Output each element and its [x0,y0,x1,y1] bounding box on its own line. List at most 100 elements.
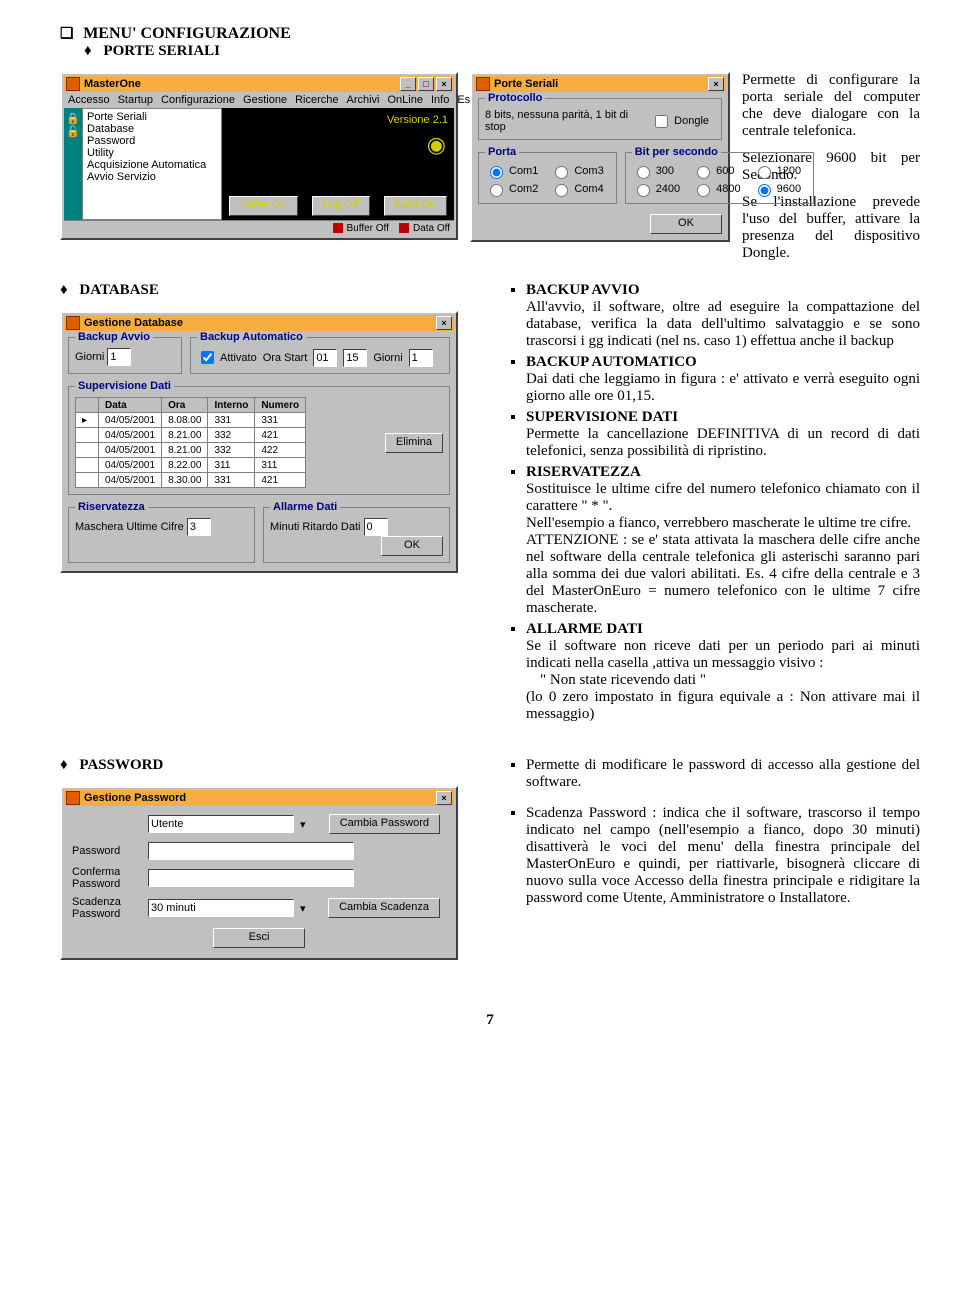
menu-item[interactable]: Accesso [68,94,110,106]
porta-group: Porta Com1 Com3 Com2 Com4 [478,152,617,204]
ok-button[interactable]: OK [381,536,443,556]
conferma-input[interactable] [148,869,354,887]
radio-4800[interactable]: 4800 [692,181,746,197]
maschera-input[interactable]: 3 [187,518,211,536]
password-input[interactable] [148,842,354,860]
radio-com3[interactable]: Com3 [550,163,609,179]
radio-com1[interactable]: Com1 [485,163,544,179]
legend: Backup Avvio [75,331,153,343]
heading-porte: ♦ PORTE SERIALI [84,43,920,60]
table-row[interactable]: 04/05/20018.30.00331421 [76,473,306,488]
heading-database: ♦ DATABASE [60,282,470,299]
db-i1-text: All'avvio, il software, oltre ad eseguir… [526,299,920,349]
menu-item[interactable]: Startup [118,94,153,106]
ora-m-input[interactable]: 15 [343,349,367,367]
app-icon [66,316,80,330]
maschera-label: Maschera Ultime Cifre [75,521,184,533]
menu-item[interactable]: Info [431,94,449,106]
h2-database-text: DATABASE [79,282,158,298]
close-icon[interactable]: × [436,791,452,805]
submenu-item[interactable]: Utility [87,147,217,159]
cambia-scadenza-button[interactable]: Cambia Scadenza [328,898,440,918]
menu-item[interactable]: Ricerche [295,94,338,106]
radio-com2[interactable]: Com2 [485,181,544,197]
db-i4-title: RISERVATEZZA [526,464,641,480]
status-led-icon [333,223,343,233]
close-icon[interactable]: × [708,77,724,91]
attivato-checkbox[interactable] [201,351,214,364]
page-number: 7 [60,1012,920,1029]
ora-h-input[interactable]: 01 [313,349,337,367]
table-row[interactable]: 04/05/20018.22.00311311 [76,458,306,473]
chevron-down-icon[interactable]: ▾ [300,902,306,915]
radio-1200[interactable]: 1200 [753,163,807,179]
radio-600[interactable]: 600 [692,163,746,179]
status-data: Data Off [413,223,450,234]
config-submenu[interactable]: Porte Seriali Database Password Utility … [82,108,222,220]
gestione-database-window: Gestione Database × Backup Avvio Giorni … [60,311,458,573]
menu-item[interactable]: OnLine [388,94,423,106]
table-row[interactable]: ▸04/05/20018.08.00331331 [76,413,306,428]
backup-auto-group: Backup Automatico Attivato Ora Start 01 … [190,337,450,374]
password-bullet-list: Permette di modificare le password di ac… [486,757,920,907]
minimize-icon[interactable]: _ [400,77,416,91]
porte-p1: Permette di configurare la porta seriale… [742,72,920,140]
utente-select[interactable]: Utente [148,815,294,833]
gestione-password-window: Gestione Password × Utente ▾ Cambia Passw… [60,786,458,960]
submenu-item[interactable]: Porte Seriali [87,111,217,123]
radio-9600[interactable]: 9600 [753,181,807,197]
menu-item[interactable]: Gestione [243,94,287,106]
supervisione-table[interactable]: Data Ora Interno Numero ▸04/05/20018.08.… [75,397,306,488]
db-i3-text: Permette la cancellazione DEFINITIVA di … [526,426,920,459]
menu-item[interactable]: Configurazione [161,94,235,106]
db-i1-title: BACKUP AVVIO [526,282,640,298]
log-off-button[interactable]: Log Off [312,196,370,216]
allarme-group: Allarme Dati Minuti Ritardo Dati 0 OK [263,507,450,563]
dongle-checkbox[interactable] [655,115,668,128]
conferma-label: Conferma Password [72,866,142,890]
password-label: Password [72,845,142,857]
pw-i2: Scadenza Password : indica che il softwa… [526,805,920,907]
buffer-on-button[interactable]: Buffer On [229,196,298,216]
elimina-button[interactable]: Elimina [385,433,443,453]
close-icon[interactable]: × [436,316,452,330]
table-row[interactable]: 04/05/20018.21.00332421 [76,428,306,443]
maximize-icon[interactable]: □ [418,77,434,91]
ok-button[interactable]: OK [650,214,722,234]
menubar[interactable]: Accesso Startup Configurazione Gestione … [64,92,454,108]
masterone-window: MasterOne _ □ × Accesso Startup Configur… [60,72,458,240]
db-i5-title: ALLARME DATI [526,621,643,637]
data-on-button[interactable]: Data On [384,196,447,216]
radio-com4[interactable]: Com4 [550,181,609,197]
table-row[interactable]: 04/05/20018.21.00332422 [76,443,306,458]
bullet-icon: ❑ [60,26,73,42]
ritardo-input[interactable]: 0 [364,518,388,536]
backup-avvio-group: Backup Avvio Giorni 1 [68,337,182,374]
db-i2-text: Dai dati che leggiamo in figura : e' att… [526,371,920,404]
submenu-item[interactable]: Avvio Servizio [87,171,217,183]
giorni-input[interactable]: 1 [107,348,131,366]
heading-menu: ❑ MENU' CONFIGURAZIONE [60,24,920,43]
db-i2-title: BACKUP AUTOMATICO [526,354,697,370]
version-label: Versione 2.1 [228,114,448,126]
giorni-input[interactable]: 1 [409,349,433,367]
scadenza-select[interactable]: 30 minuti [148,899,294,917]
close-icon[interactable]: × [436,77,452,91]
app-icon [476,77,490,91]
submenu-item[interactable]: Acquisizione Automatica [87,159,217,171]
titlebar: Gestione Password × [64,790,454,806]
submenu-item[interactable]: Password [87,135,217,147]
chevron-down-icon[interactable]: ▾ [300,818,306,831]
db-i5-text2: " Non state ricevendo dati " [526,672,706,688]
attivato-label: Attivato [220,352,257,364]
app-icon [66,791,80,805]
menu-item[interactable]: Archivi [346,94,379,106]
submenu-item[interactable]: Database [87,123,217,135]
sidebar-icons: 🔒🔓 [64,108,82,220]
esci-button[interactable]: Esci [213,928,305,948]
cambia-password-button[interactable]: Cambia Password [329,814,440,834]
radio-300[interactable]: 300 [632,163,686,179]
radio-2400[interactable]: 2400 [632,181,686,197]
supervisione-group: Supervisione Dati Data Ora Interno Numer… [68,386,450,495]
db-i3-title: SUPERVISIONE DATI [526,409,678,425]
